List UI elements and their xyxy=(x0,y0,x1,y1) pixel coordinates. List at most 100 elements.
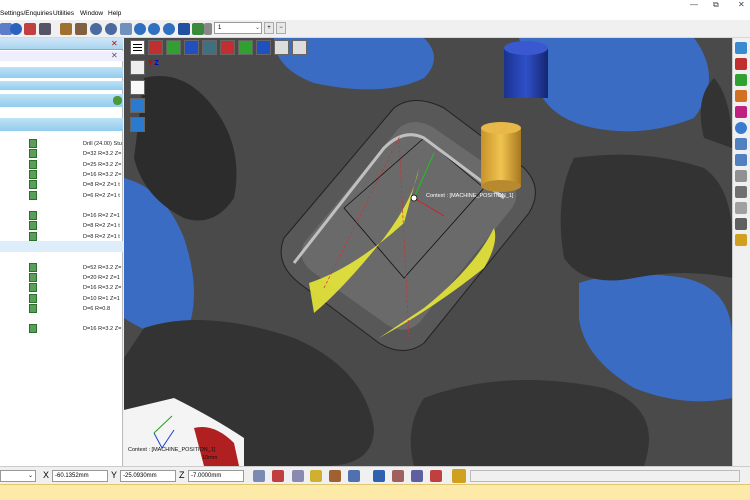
menu-settings[interactable]: Settings/Enquiries xyxy=(0,10,52,17)
operation-label[interactable]: D=8 R=2 Z=1 t xyxy=(83,223,120,229)
tool-icon[interactable] xyxy=(735,138,747,150)
holder-icon[interactable] xyxy=(735,218,747,230)
operation-label[interactable]: D=8 R=2 Z=1 t xyxy=(83,182,120,188)
operation-icon[interactable] xyxy=(29,231,37,241)
operation-label[interactable]: D=32 R=3.2 Z= xyxy=(83,151,121,157)
grid-icon[interactable] xyxy=(192,23,204,35)
probe-icon[interactable] xyxy=(735,202,747,214)
report-icon[interactable] xyxy=(392,470,404,482)
lock-icon[interactable] xyxy=(204,23,212,35)
close-icon[interactable]: ✕ xyxy=(111,39,118,48)
report-2-icon[interactable] xyxy=(411,470,423,482)
pan-icon[interactable] xyxy=(120,23,132,35)
cube-blue-2-icon[interactable] xyxy=(130,117,145,132)
menu-window[interactable]: Window xyxy=(80,10,103,17)
add-button[interactable]: + xyxy=(264,22,274,34)
solid-orange-icon[interactable] xyxy=(735,90,747,102)
operation-label[interactable]: D=16 R=3.2 Z= xyxy=(83,285,121,291)
box-icon[interactable] xyxy=(130,80,145,95)
cube-icon[interactable] xyxy=(130,60,145,75)
minimize-button[interactable]: — xyxy=(690,0,698,9)
folder-icon[interactable] xyxy=(60,23,72,35)
operation-icon[interactable] xyxy=(29,221,37,231)
operation-icon[interactable] xyxy=(29,272,37,282)
snap-3-icon[interactable] xyxy=(292,470,304,482)
view-solid-icon[interactable] xyxy=(148,40,163,55)
operation-icon[interactable] xyxy=(29,303,37,313)
selected-row[interactable] xyxy=(0,241,123,252)
view-zoom-icon[interactable] xyxy=(274,40,289,55)
close-icon[interactable]: ✕ xyxy=(111,51,118,60)
menu-utilities[interactable]: Utilities xyxy=(53,10,74,17)
operation-icon[interactable] xyxy=(29,262,37,272)
units-select[interactable]: ⌄ xyxy=(0,470,36,482)
snap-2-icon[interactable] xyxy=(272,470,284,482)
menu-icon[interactable] xyxy=(130,40,145,55)
warning-icon[interactable] xyxy=(452,469,466,483)
operation-icon[interactable] xyxy=(29,324,37,334)
operation-label[interactable]: D=6 R=0.8 xyxy=(83,306,110,312)
operation-label[interactable]: D=16 R=3.2 Z= xyxy=(83,326,121,332)
view-blue-icon[interactable] xyxy=(184,40,199,55)
solid-icon[interactable] xyxy=(24,23,36,35)
operation-icon[interactable] xyxy=(29,139,37,148)
menu-help[interactable]: Help xyxy=(108,10,121,17)
view-top-icon[interactable] xyxy=(256,40,271,55)
3d-viewport[interactable]: Y Z Context : [MACHINE_POSITION_1] Conte… xyxy=(124,38,732,466)
view-iso-icon[interactable] xyxy=(202,40,217,55)
model-icon[interactable] xyxy=(39,23,51,35)
snap-4-icon[interactable] xyxy=(310,470,322,482)
operation-icon[interactable] xyxy=(29,283,37,293)
operation-label[interactable]: D=25 R=3.2 Z= xyxy=(83,162,121,168)
view-search-icon[interactable] xyxy=(292,40,307,55)
operation-label[interactable]: D=20 R=2 Z=1 xyxy=(83,275,120,281)
operation-label[interactable]: D=10 R=1 Z=1 xyxy=(83,296,120,302)
snap-icon[interactable] xyxy=(253,470,265,482)
x-coordinate-field[interactable]: -60.1352mm xyxy=(52,470,108,482)
measure-icon[interactable] xyxy=(178,23,190,35)
solid-green-icon[interactable] xyxy=(735,74,747,86)
operation-icon[interactable] xyxy=(29,169,37,179)
level-combo[interactable]: 1 ⌄ xyxy=(214,22,262,34)
remove-button[interactable]: − xyxy=(276,22,286,34)
operation-label[interactable]: D=16 R=2 Z=1 xyxy=(83,213,120,219)
tool-2-icon[interactable] xyxy=(735,154,747,166)
restore-button[interactable]: ⧉ xyxy=(713,0,719,10)
view-green-icon[interactable] xyxy=(166,40,181,55)
fit-icon[interactable] xyxy=(163,23,175,35)
info-icon[interactable] xyxy=(373,470,385,482)
zoom-window-icon[interactable] xyxy=(105,23,117,35)
operation-icon[interactable] xyxy=(29,190,37,200)
snap-6-icon[interactable] xyxy=(348,470,360,482)
solid-red-icon[interactable] xyxy=(735,58,747,70)
close-button[interactable]: ✕ xyxy=(738,0,745,9)
rotate-icon[interactable] xyxy=(134,23,146,35)
orbit-icon[interactable] xyxy=(148,23,160,35)
refresh-icon[interactable] xyxy=(113,96,122,105)
operation-icon[interactable] xyxy=(29,159,37,169)
tool-3-icon[interactable] xyxy=(735,170,747,182)
save-icon[interactable] xyxy=(75,23,87,35)
view-front-icon[interactable] xyxy=(220,40,235,55)
tool-4-icon[interactable] xyxy=(735,186,747,198)
operation-icon[interactable] xyxy=(29,180,37,190)
operation-label[interactable]: D=16 R=3.2 Z= xyxy=(83,172,121,178)
operation-icon[interactable] xyxy=(29,293,37,303)
report-3-icon[interactable] xyxy=(430,470,442,482)
solid-magenta-icon[interactable] xyxy=(735,106,747,118)
cube-blue-icon[interactable] xyxy=(130,98,145,113)
z-coordinate-field[interactable]: -7.0000mm xyxy=(188,470,244,482)
globe-icon[interactable] xyxy=(10,23,22,35)
operation-label[interactable]: D=52 R=3.2 Z= xyxy=(83,265,121,271)
zoom-icon[interactable] xyxy=(90,23,102,35)
snap-5-icon[interactable] xyxy=(329,470,341,482)
sphere-icon[interactable] xyxy=(735,122,747,134)
view-side-icon[interactable] xyxy=(238,40,253,55)
cutter-icon[interactable] xyxy=(735,234,747,246)
operation-icon[interactable] xyxy=(29,149,37,159)
operation-label[interactable]: Drill (24.00) Stu xyxy=(83,141,122,147)
operation-label[interactable]: D=6 R=2 Z=1 t xyxy=(83,193,120,199)
view-icon[interactable] xyxy=(735,42,747,54)
y-coordinate-field[interactable]: -25.0930mm xyxy=(120,470,176,482)
operation-icon[interactable] xyxy=(29,211,37,221)
